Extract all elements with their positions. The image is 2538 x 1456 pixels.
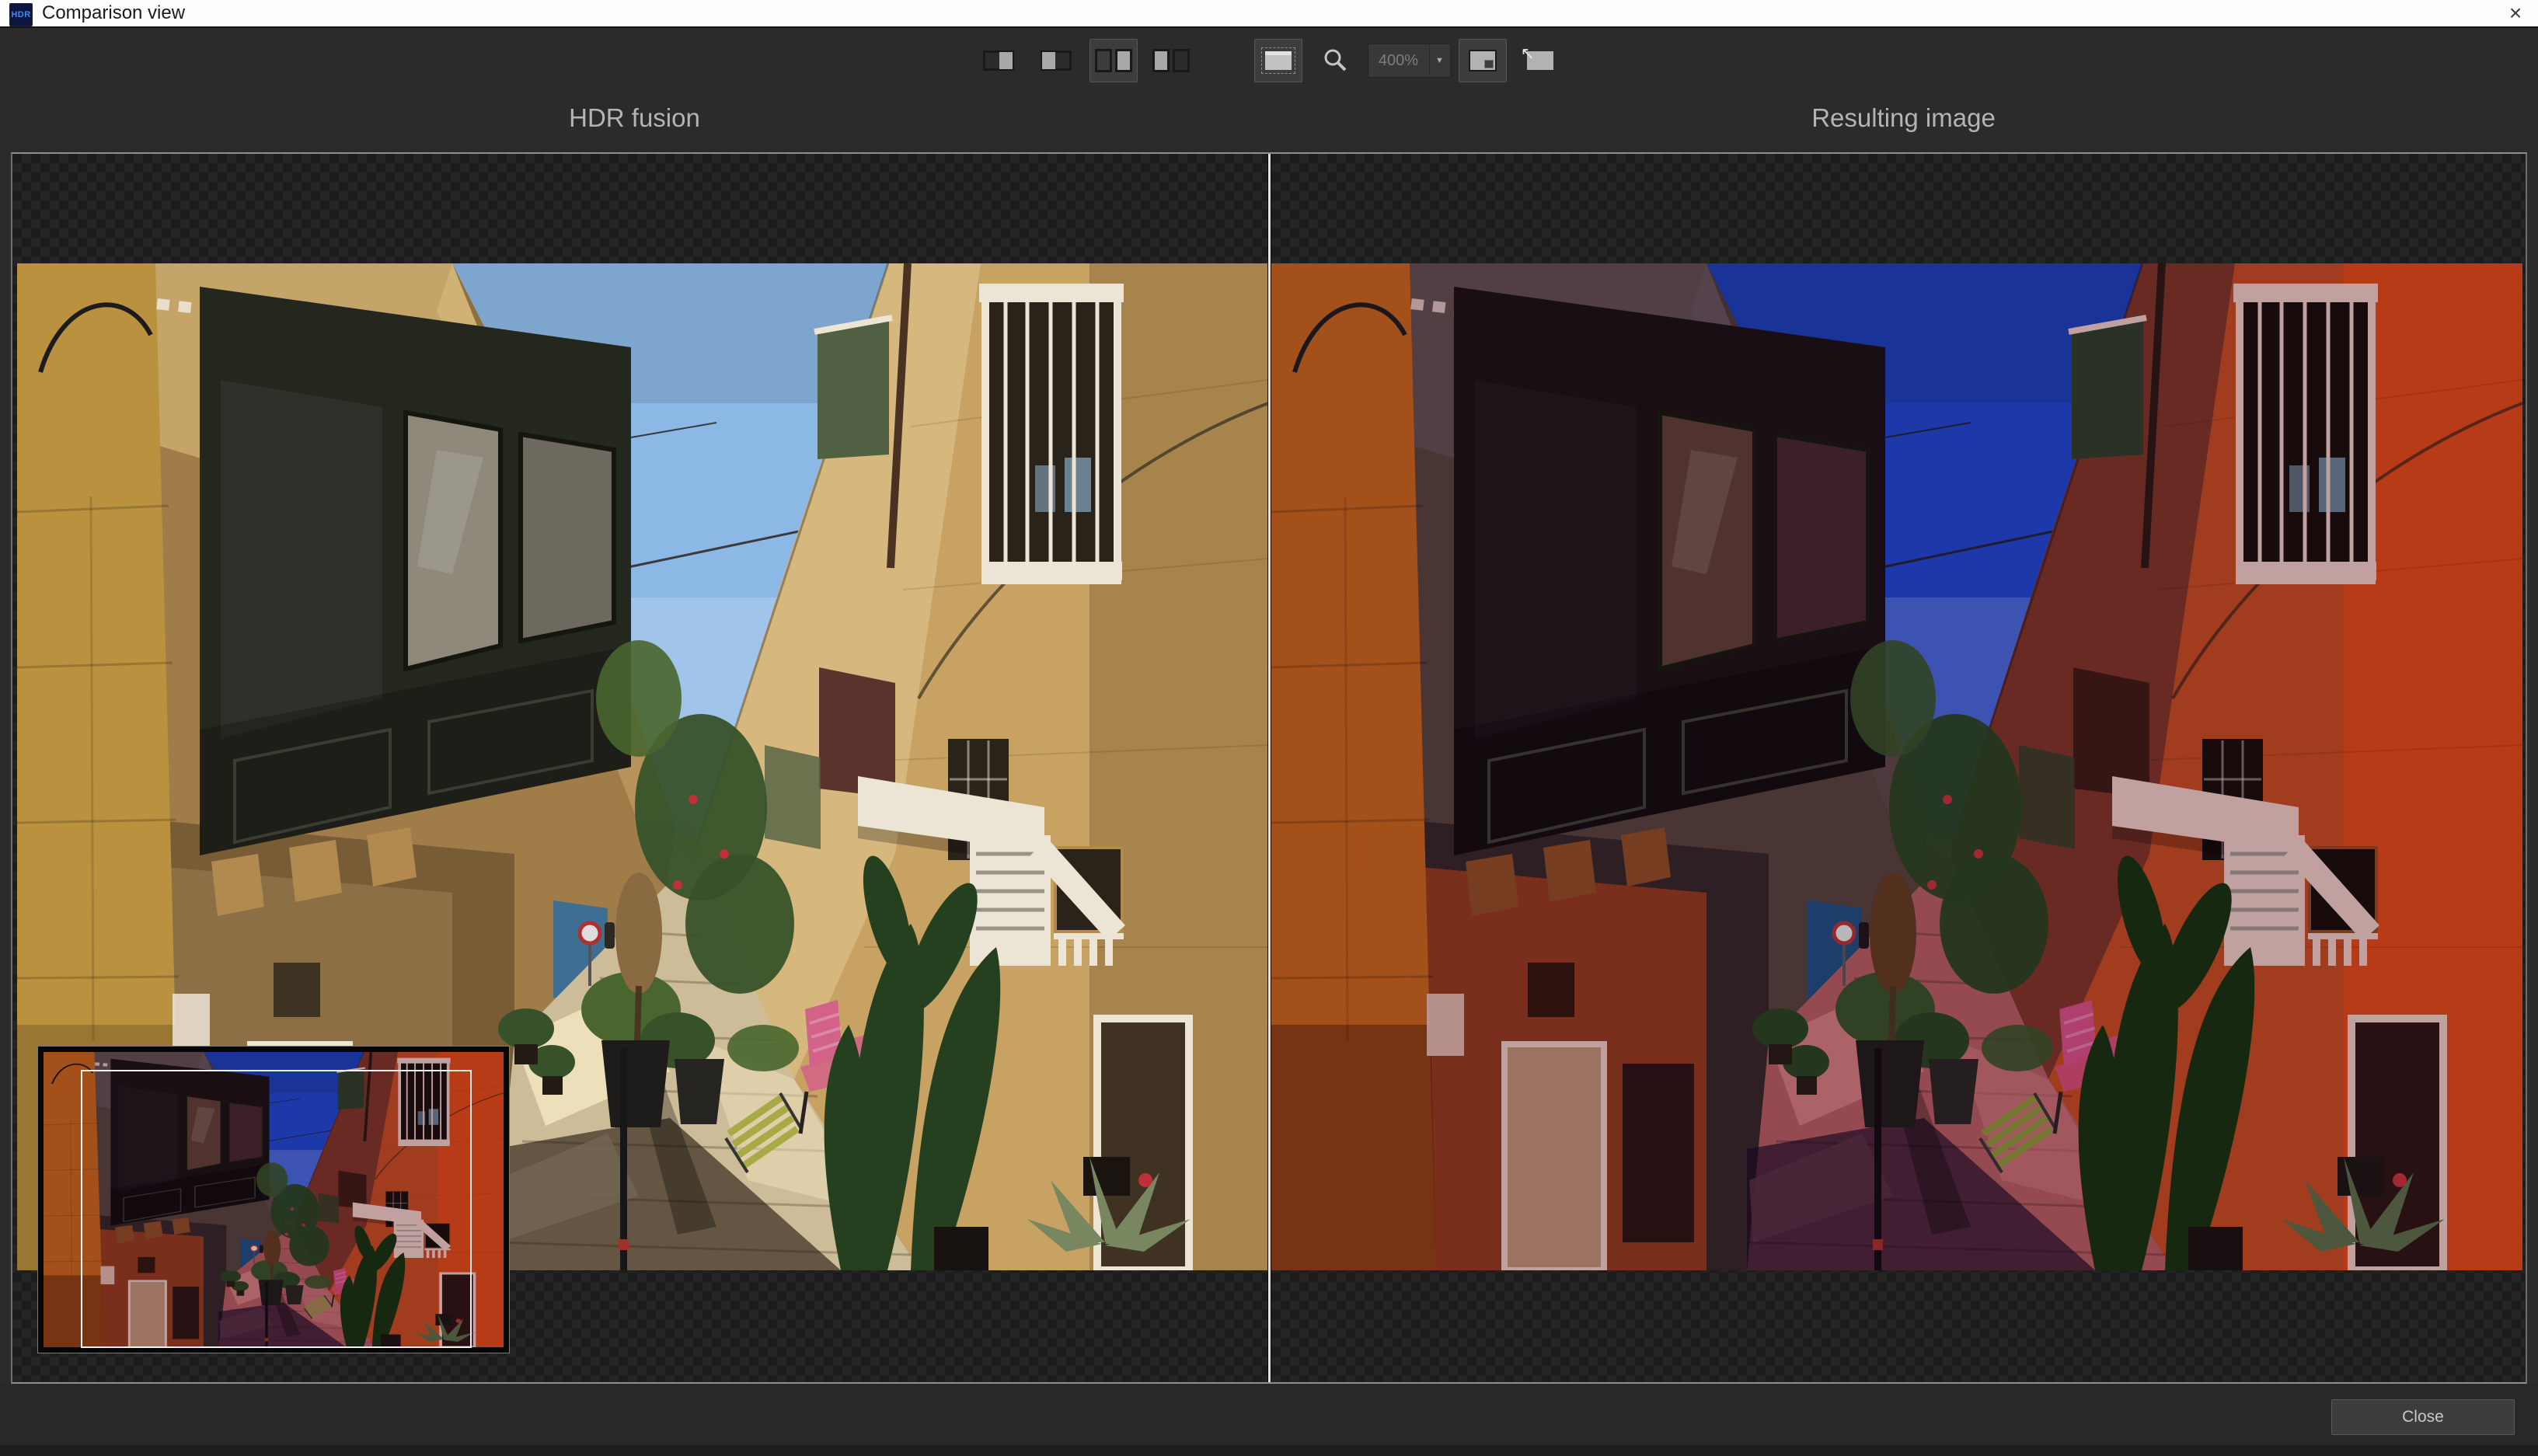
side-by-side-swapped-icon [1152,49,1190,72]
hdr-fusion-panel[interactable] [12,154,1267,1382]
fit-selection-button[interactable]: ↖ [1516,39,1564,82]
actual-size-icon [1469,50,1497,71]
left-panel-title: HDR fusion [0,93,1269,152]
zoom-level-value: 400% [1368,52,1429,70]
navigator-thumbnail[interactable] [37,1046,510,1353]
app-icon: HDR [9,3,33,26]
window-bottom-edge [0,1445,2538,1456]
toolbar: 400% ▼ ↖ [0,28,2538,93]
close-button[interactable]: Close [2331,1399,2515,1435]
actual-size-button[interactable] [1459,39,1507,82]
title-bar[interactable]: HDR Comparison view × [0,0,2538,28]
comparison-view-window: HDR Comparison view × [0,0,2538,1456]
fit-image-icon [1261,47,1295,74]
split-right-icon [983,51,1014,71]
navigator-viewport-rect[interactable] [81,1070,472,1349]
cursor-rectangle-icon: ↖ [1527,51,1553,70]
right-panel-title: Resulting image [1269,93,2538,152]
view-mode-side-by-side-button[interactable] [1089,39,1138,82]
resulting-image-panel[interactable] [1271,154,2526,1382]
window-title: Comparison view [42,2,185,24]
resulting-image[interactable] [1271,263,2522,1270]
window-close-button[interactable]: × [2502,1,2529,26]
fit-to-view-button[interactable] [1254,39,1302,82]
magnifier-icon [1323,47,1349,74]
comparison-panels [11,152,2527,1384]
zoom-tool-button[interactable] [1312,39,1360,82]
chevron-down-icon[interactable]: ▼ [1430,56,1450,65]
bottom-bar: Close [0,1384,2538,1456]
side-by-side-icon [1095,49,1132,72]
view-mode-left-filled-button[interactable] [1032,39,1080,82]
view-mode-right-filled-button[interactable] [974,39,1023,82]
zoom-level-combobox[interactable]: 400% ▼ [1368,44,1451,78]
view-mode-side-by-side-swapped-button[interactable] [1147,39,1195,82]
panel-labels-row: HDR fusion Resulting image [0,93,2538,152]
split-left-icon [1041,51,1072,71]
